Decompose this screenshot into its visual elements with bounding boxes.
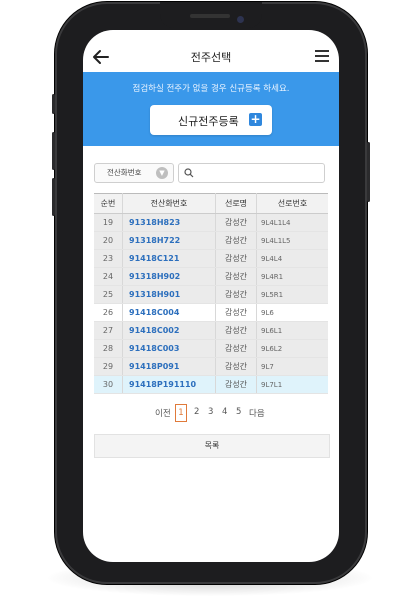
power-button — [367, 142, 370, 202]
table-row[interactable]: 27 91418C002 감성간 9L6L1 — [94, 321, 328, 340]
row-line-number: 9L6 — [256, 303, 328, 322]
column-header-line-number: 선로번호 — [256, 193, 328, 214]
row-seq: 24 — [94, 267, 123, 286]
row-line-number: 9L5R1 — [256, 285, 328, 304]
table-row[interactable]: 28 91418C003 감성간 9L6L2 — [94, 339, 328, 358]
register-pole-label: 신규전주등록 — [178, 115, 239, 128]
table-row[interactable]: 23 91418C121 감성간 9L4L4 — [94, 249, 328, 268]
table-row[interactable]: 29 91418P091 감성간 9L7 — [94, 357, 328, 376]
list-button[interactable]: 목록 — [94, 434, 330, 458]
row-line-name: 감성간 — [215, 321, 257, 340]
search-box[interactable] — [178, 163, 325, 183]
row-line-number: 9L4L1L5 — [256, 231, 328, 250]
table-row[interactable]: 20 91318H722 감성간 9L4L1L5 — [94, 231, 328, 250]
row-seq: 27 — [94, 321, 123, 340]
row-line-number: 9L6L1 — [256, 321, 328, 340]
search-type-value: 전산화번호 — [107, 168, 142, 177]
mute-switch — [52, 94, 55, 114]
row-line-number: 9L4L1L4 — [256, 213, 328, 232]
app-header: 전주선택 — [83, 41, 339, 75]
front-camera — [237, 16, 244, 23]
column-header-seq: 순번 — [94, 193, 123, 214]
row-pole-number[interactable]: 91318H823 — [122, 213, 216, 232]
search-type-select[interactable]: 전산화번호 ▼ — [94, 163, 174, 183]
row-pole-number[interactable]: 91418P091 — [122, 357, 216, 376]
row-line-name: 감성간 — [215, 357, 257, 376]
row-line-name: 감성간 — [215, 249, 257, 268]
row-line-name: 감성간 — [215, 231, 257, 250]
speaker-grille — [190, 14, 230, 18]
table-row[interactable]: 19 91318H823 감성간 9L4L1L4 — [94, 213, 328, 232]
pagination-page[interactable]: 5 — [236, 407, 241, 417]
row-pole-number[interactable]: 91318H902 — [122, 267, 216, 286]
row-pole-number[interactable]: 91318H722 — [122, 231, 216, 250]
row-line-name: 감성간 — [215, 339, 257, 358]
pagination-page[interactable]: 4 — [222, 407, 227, 417]
row-pole-number[interactable]: 91418C121 — [122, 249, 216, 268]
table-header-row: 순번 전산화번호 선로명 선로번호 — [94, 193, 328, 214]
row-pole-number[interactable]: 91318H901 — [122, 285, 216, 304]
row-seq: 28 — [94, 339, 123, 358]
table-row[interactable]: 25 91318H901 감성간 9L5R1 — [94, 285, 328, 304]
row-seq: 30 — [94, 375, 123, 394]
pagination-prev[interactable]: 이전 — [155, 407, 171, 419]
row-pole-number[interactable]: 91418P191110 — [122, 375, 216, 394]
pagination-next[interactable]: 다음 — [249, 407, 265, 419]
row-line-number: 9L4L4 — [256, 249, 328, 268]
row-line-number: 9L6L2 — [256, 339, 328, 358]
column-header-line-name: 선로명 — [215, 193, 257, 214]
volume-down-button — [52, 178, 55, 216]
hamburger-menu-icon[interactable] — [315, 50, 329, 64]
app-screen: 전주선택 점검하실 전주가 없을 경우 신규등록 하세요. 신규전주등록 + 전… — [83, 30, 339, 562]
row-pole-number[interactable]: 91418C004 — [122, 303, 216, 322]
row-line-name: 감성간 — [215, 267, 257, 286]
register-pole-button[interactable]: 신규전주등록 + — [150, 105, 272, 135]
pagination: 이전 1 2 3 4 5 다음 — [83, 404, 339, 422]
row-seq: 20 — [94, 231, 123, 250]
row-seq: 19 — [94, 213, 123, 232]
row-seq: 29 — [94, 357, 123, 376]
pole-table: 순번 전산화번호 선로명 선로번호 19 91318H823 감성간 9L4L1… — [94, 193, 328, 394]
pagination-page[interactable]: 2 — [194, 407, 199, 417]
table-row[interactable]: 30 91418P191110 감성간 9L7L1 — [94, 375, 328, 394]
row-seq: 26 — [94, 303, 123, 322]
row-line-number: 9L7 — [256, 357, 328, 376]
row-line-name: 감성간 — [215, 303, 257, 322]
pagination-page[interactable]: 3 — [208, 407, 213, 417]
row-line-number: 9L7L1 — [256, 375, 328, 394]
column-header-pole-number: 전산화번호 — [122, 193, 216, 214]
row-pole-number[interactable]: 91418C003 — [122, 339, 216, 358]
register-banner: 점검하실 전주가 없을 경우 신규등록 하세요. 신규전주등록 + — [83, 72, 339, 146]
pagination-page-current[interactable]: 1 — [175, 404, 187, 422]
row-line-name: 감성간 — [215, 375, 257, 394]
search-icon — [184, 168, 194, 178]
row-line-number: 9L4R1 — [256, 267, 328, 286]
page-title: 전주선택 — [190, 51, 232, 64]
search-input[interactable] — [196, 165, 324, 182]
table-row[interactable]: 24 91318H902 감성간 9L4R1 — [94, 267, 328, 286]
chevron-down-icon: ▼ — [156, 167, 168, 179]
row-seq: 23 — [94, 249, 123, 268]
banner-message: 점검하실 전주가 없을 경우 신규등록 하세요. — [132, 84, 290, 94]
row-seq: 25 — [94, 285, 123, 304]
row-line-name: 감성간 — [215, 213, 257, 232]
plus-icon: + — [249, 112, 262, 126]
row-pole-number[interactable]: 91418C002 — [122, 321, 216, 340]
row-line-name: 감성간 — [215, 285, 257, 304]
volume-up-button — [52, 132, 55, 170]
table-row[interactable]: 26 91418C004 감성간 9L6 — [94, 303, 328, 322]
